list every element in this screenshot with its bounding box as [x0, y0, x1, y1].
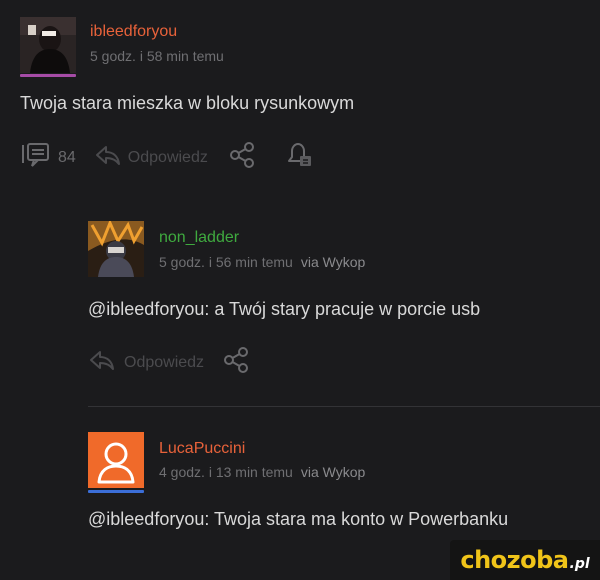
reply-actions: Odpowiedz: [88, 346, 250, 379]
via-source[interactable]: via Wykop: [301, 464, 365, 480]
reply-button[interactable]: Odpowiedz: [124, 354, 204, 372]
default-user-icon[interactable]: [88, 432, 144, 488]
timestamp: 4 godz. i 13 min temu: [159, 464, 293, 480]
reply-author[interactable]: non_ladder: [159, 229, 239, 247]
reply-arrow-icon[interactable]: [94, 143, 122, 172]
reply-button[interactable]: Odpowiedz: [128, 149, 208, 167]
avatar[interactable]: [20, 17, 76, 73]
share-icon[interactable]: [228, 141, 256, 174]
comment-time: 5 godz. i 58 min temu: [90, 48, 224, 64]
notification-bell-icon[interactable]: [284, 141, 314, 174]
timestamp: 5 godz. i 58 min temu: [90, 48, 224, 64]
share-icon[interactable]: [222, 346, 250, 379]
watermark-tld: .pl: [569, 556, 590, 572]
timestamp: 5 godz. i 56 min temu: [159, 254, 293, 270]
reply-arrow-icon[interactable]: [88, 348, 116, 377]
comment-actions: 84 Odpowiedz: [20, 141, 314, 174]
reply-author[interactable]: LucaPuccini: [159, 440, 245, 458]
site-watermark-logo: chozoba .pl: [450, 540, 600, 580]
reply-meta: 5 godz. i 56 min temu via Wykop: [159, 254, 365, 270]
comment-text: Twoja stara mieszka w bloku rysunkowym: [20, 93, 355, 113]
reply-text: @ibleedforyou: Twoja stara ma konto w Po…: [88, 509, 509, 529]
reply-meta: 4 godz. i 13 min temu via Wykop: [159, 464, 365, 480]
avatar-status-bar: [20, 74, 76, 77]
comment-main: ibleedforyou 5 godz. i 58 min temu Twoja…: [0, 0, 600, 180]
comment-count[interactable]: 84: [58, 149, 76, 167]
reply-text: @ibleedforyou: a Twój stary pracuje w po…: [88, 299, 481, 319]
avatar-status-bar: [88, 490, 144, 493]
watermark-text: chozoba: [460, 546, 569, 574]
comments-icon[interactable]: [20, 141, 52, 174]
avatar[interactable]: [88, 221, 144, 277]
comment-author[interactable]: ibleedforyou: [90, 23, 177, 41]
via-source[interactable]: via Wykop: [301, 254, 365, 270]
reply-comment: non_ladder 5 godz. i 56 min temu via Wyko…: [0, 180, 600, 380]
